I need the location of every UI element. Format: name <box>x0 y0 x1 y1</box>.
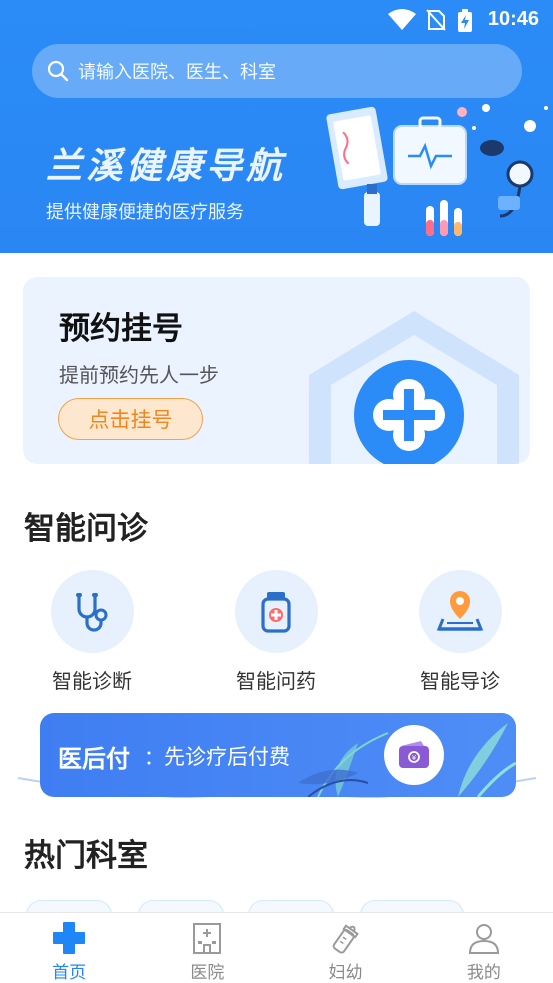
stethoscope-icon <box>76 592 108 632</box>
search-placeholder: 请输入医院、医生、科室 <box>78 62 276 83</box>
appointment-subtitle: 提前预约先人一步 <box>59 363 219 387</box>
smart-medicine-item[interactable]: 智能问药 <box>206 570 346 694</box>
search-icon <box>47 60 69 82</box>
baby-bottle-icon <box>332 924 359 954</box>
smart-diagnosis-item[interactable]: 智能诊断 <box>22 570 162 694</box>
search-bar[interactable]: 请输入医院、医生、科室 <box>32 44 522 98</box>
user-icon <box>468 924 499 954</box>
pay-later-desc: 先诊疗后付费 <box>164 745 290 769</box>
medical-illustration <box>326 104 548 236</box>
tab-home-label: 首页 <box>52 963 87 983</box>
tab-maternal[interactable]: 妇幼 <box>277 913 415 983</box>
pay-later-title: 医后付 <box>58 745 130 773</box>
hospital-building-icon <box>193 923 222 954</box>
smart-medicine-label: 智能问药 <box>236 669 316 693</box>
tab-profile-label: 我的 <box>466 963 501 983</box>
wallet-badge: ¥ <box>384 725 444 785</box>
smart-diagnosis-label: 智能诊断 <box>52 669 132 693</box>
tab-hospital-label: 医院 <box>190 963 225 983</box>
wallet-icon: ¥ <box>399 741 429 768</box>
tab-profile[interactable]: 我的 <box>415 913 553 983</box>
wifi-icon <box>388 9 416 30</box>
header-banner: 10:46 请输入医院、医生、科室 兰溪健康导航 提供健康便捷的医疗服务 <box>0 0 553 253</box>
pay-later-separator: ： <box>144 745 164 769</box>
medicine-bottle-icon <box>261 591 291 633</box>
home-cross-icon <box>53 922 86 954</box>
appointment-card[interactable]: 预约挂号 提前预约先人一步 点击挂号 <box>23 277 530 464</box>
departments-section-title: 热门科室 <box>24 838 148 874</box>
hospital-cross-icon <box>309 311 519 464</box>
battery-charging-icon <box>458 9 472 32</box>
status-bar: 10:46 <box>0 0 553 38</box>
tab-home[interactable]: 首页 <box>0 913 138 983</box>
smart-guide-label: 智能导诊 <box>420 669 500 693</box>
pay-later-banner[interactable]: 医后付 ： 先诊疗后付费 ¥ <box>40 713 516 797</box>
book-appointment-button[interactable]: 点击挂号 <box>58 398 203 440</box>
appointment-title: 预约挂号 <box>59 311 183 347</box>
smart-guide-item[interactable]: 智能导诊 <box>390 570 530 694</box>
brand-title: 兰溪健康导航 <box>46 145 287 187</box>
tab-hospital[interactable]: 医院 <box>138 913 276 983</box>
smart-section-title: 智能问诊 <box>24 511 148 547</box>
tab-maternal-label: 妇幼 <box>328 963 363 983</box>
svg-text:¥: ¥ <box>412 754 417 762</box>
brand-slogan: 提供健康便捷的医疗服务 <box>46 202 244 223</box>
status-time: 10:46 <box>487 8 539 30</box>
location-pin-icon <box>436 590 484 631</box>
bottom-tab-bar: 首页 医院 妇幼 我的 <box>0 912 553 983</box>
no-sim-icon <box>426 9 446 31</box>
